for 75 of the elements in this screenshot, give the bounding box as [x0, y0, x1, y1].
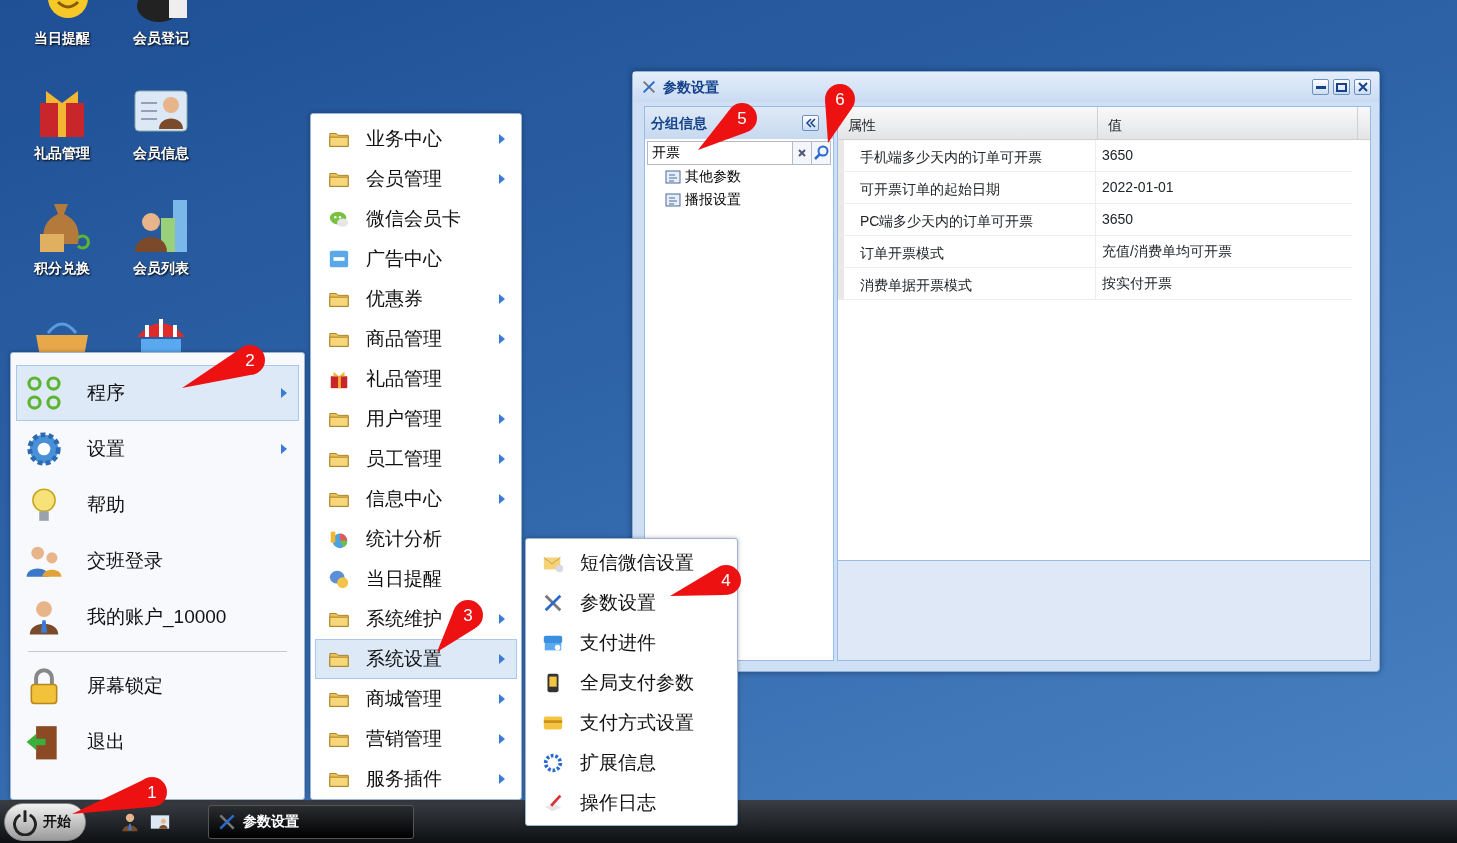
tools-icon [542, 592, 564, 614]
desktop-icon-label[interactable]: 会员列表 [132, 258, 189, 278]
menu-item[interactable]: 信息中心 [315, 479, 517, 519]
list-icon [665, 191, 681, 208]
tree-item[interactable]: 其他参数 [645, 165, 833, 188]
close-icon [1357, 82, 1368, 92]
minimize-icon [1315, 85, 1326, 89]
menu-item[interactable]: 操作日志 [529, 783, 734, 823]
collapse-icon [804, 117, 817, 129]
desktop-icon-label[interactable]: 当日提醒 [33, 28, 90, 48]
apps-grid-icon [25, 374, 63, 412]
property-cell: 消费单据开票模式 [838, 268, 1096, 299]
menu-item[interactable]: 退出 [16, 714, 299, 770]
panel-title: 分组信息 [651, 113, 707, 133]
menu-item[interactable]: 营销管理 [315, 719, 517, 759]
tools-icon [641, 79, 657, 95]
menu-item[interactable]: 设置 [16, 421, 299, 477]
ad-icon [328, 248, 350, 270]
property-cell: 手机端多少天内的订单可开票 [838, 140, 1096, 171]
chat-bubble-icon [328, 568, 350, 590]
menu-item[interactable]: 支付方式设置 [529, 703, 734, 743]
menu-item[interactable]: 商品管理 [315, 319, 517, 359]
power-icon [11, 807, 39, 836]
value-cell[interactable]: 3650 [1096, 140, 1352, 171]
desktop-icon-label[interactable]: 礼品管理 [33, 143, 90, 163]
clear-button[interactable] [793, 141, 812, 165]
maximize-button[interactable] [1333, 79, 1350, 95]
close-button[interactable] [1354, 79, 1371, 95]
menu-item[interactable]: 优惠券 [315, 279, 517, 319]
property-cell: 可开票订单的起始日期 [838, 172, 1096, 203]
menu-item[interactable]: 微信会员卡 [315, 199, 517, 239]
value-cell[interactable]: 2022-01-01 [1096, 172, 1352, 203]
window-title: 参数设置 [663, 77, 719, 97]
menu-item[interactable]: 程序 [16, 365, 299, 421]
tree-item[interactable]: 播报设置 [645, 188, 833, 211]
desktop-icon-label[interactable]: 积分兑换 [33, 258, 90, 278]
menu-item[interactable]: 当日提醒 [315, 559, 517, 599]
value-cell[interactable]: 充值/消费单均可开票 [1096, 236, 1352, 267]
menu-item[interactable]: 统计分析 [315, 519, 517, 559]
menu-item[interactable]: 礼品管理 [315, 359, 517, 399]
menu-item[interactable]: 帮助 [16, 477, 299, 533]
collapse-button[interactable] [802, 115, 819, 131]
person-chart-icon [132, 198, 189, 254]
property-cell: PC端多少天内的订单可开票 [838, 204, 1096, 235]
menu-item[interactable]: 扩展信息 [529, 743, 734, 783]
menu-item[interactable]: 业务中心 [315, 119, 517, 159]
column-header: 值 [1098, 107, 1358, 139]
list-icon [665, 168, 681, 185]
value-cell[interactable]: 按实付开票 [1096, 268, 1352, 299]
maximize-icon [1336, 82, 1347, 92]
menu-item[interactable]: 用户管理 [315, 399, 517, 439]
property-cell: 订单开票模式 [838, 236, 1096, 267]
desktop-icon-label[interactable]: 会员登记 [132, 28, 189, 48]
menu-item[interactable]: 广告中心 [315, 239, 517, 279]
minimize-button[interactable] [1312, 79, 1329, 95]
menu-item[interactable]: 会员管理 [315, 159, 517, 199]
menu-item[interactable]: 全局支付参数 [529, 663, 734, 703]
menu-item[interactable]: 交班登录 [16, 533, 299, 589]
pen-icon [542, 792, 564, 814]
menu-item[interactable]: 我的账户_10000 [16, 589, 299, 645]
menu-item[interactable]: 商城管理 [315, 679, 517, 719]
start-button[interactable]: 开始 [4, 802, 86, 841]
menu-item[interactable]: 服务插件 [315, 759, 517, 799]
menu-item[interactable]: 员工管理 [315, 439, 517, 479]
menu-item[interactable]: 支付进件 [529, 623, 734, 663]
value-cell[interactable]: 3650 [1096, 204, 1352, 235]
desktop-icon-label[interactable]: 会员信息 [132, 143, 189, 163]
taskbar-button[interactable]: 参数设置 [208, 804, 414, 839]
menu-item[interactable]: 系统设置 [315, 639, 517, 679]
search-icon [813, 145, 829, 161]
search-button[interactable] [812, 141, 831, 165]
menu-item[interactable]: 屏幕锁定 [16, 658, 299, 714]
settings-icon [25, 430, 63, 468]
search-field[interactable]: 开票 [647, 141, 793, 165]
close-icon [797, 148, 807, 158]
